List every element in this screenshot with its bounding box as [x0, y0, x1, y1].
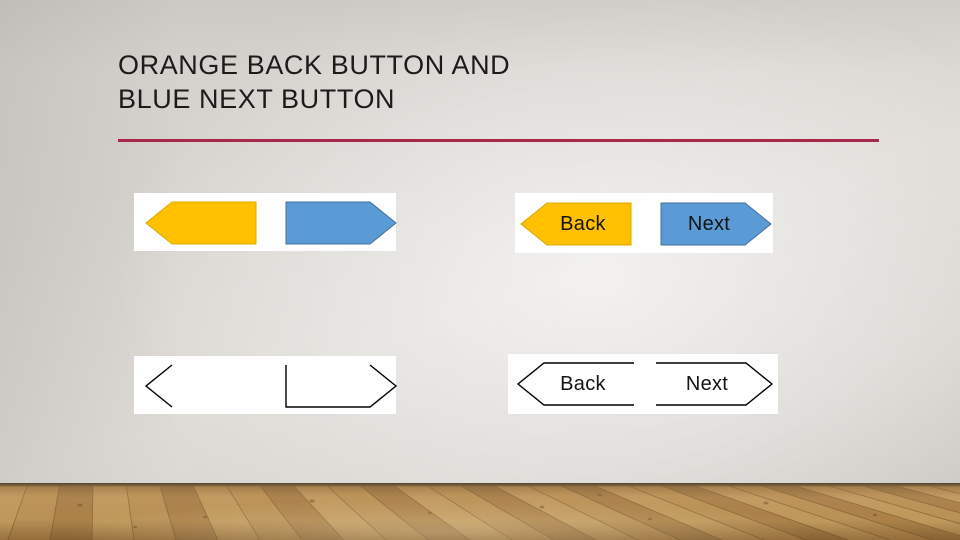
next-button-filled-unlabeled[interactable] [285, 201, 397, 245]
floor-plank-texture [0, 483, 960, 540]
wooden-floor [0, 483, 960, 540]
back-button-outline-labeled[interactable]: Back [516, 362, 634, 406]
panel-outline-unlabeled [134, 356, 398, 414]
page-title: ORANGE BACK BUTTON AND BLUE NEXT BUTTON [118, 48, 818, 116]
left-arrow-icon [144, 364, 173, 408]
left-arrow-icon [516, 362, 634, 406]
floor-edge-shadow [0, 483, 960, 487]
next-button-outline-unlabeled[interactable] [285, 364, 398, 408]
right-arrow-icon [660, 202, 772, 246]
title-divider-rule [118, 139, 879, 142]
right-arrow-icon [285, 364, 398, 408]
panel-filled-labeled: Back Next [515, 193, 773, 253]
panel-filled-unlabeled [134, 193, 397, 251]
slide: ORANGE BACK BUTTON AND BLUE NEXT BUTTON … [0, 0, 960, 540]
next-button-filled-labeled[interactable]: Next [660, 202, 772, 246]
back-button-outline-unlabeled[interactable] [144, 364, 256, 408]
right-arrow-icon [656, 362, 774, 406]
page-title-line-2: BLUE NEXT BUTTON [118, 84, 396, 114]
next-button-outline-labeled[interactable]: Next [656, 362, 774, 406]
panel-outline-labeled: Back Next [508, 354, 778, 414]
left-arrow-icon [145, 201, 257, 245]
left-arrow-icon [520, 202, 632, 246]
back-button-filled-labeled[interactable]: Back [520, 202, 632, 246]
right-arrow-icon [285, 201, 397, 245]
page-title-line-1: ORANGE BACK BUTTON AND [118, 50, 511, 80]
back-button-filled-unlabeled[interactable] [145, 201, 257, 245]
